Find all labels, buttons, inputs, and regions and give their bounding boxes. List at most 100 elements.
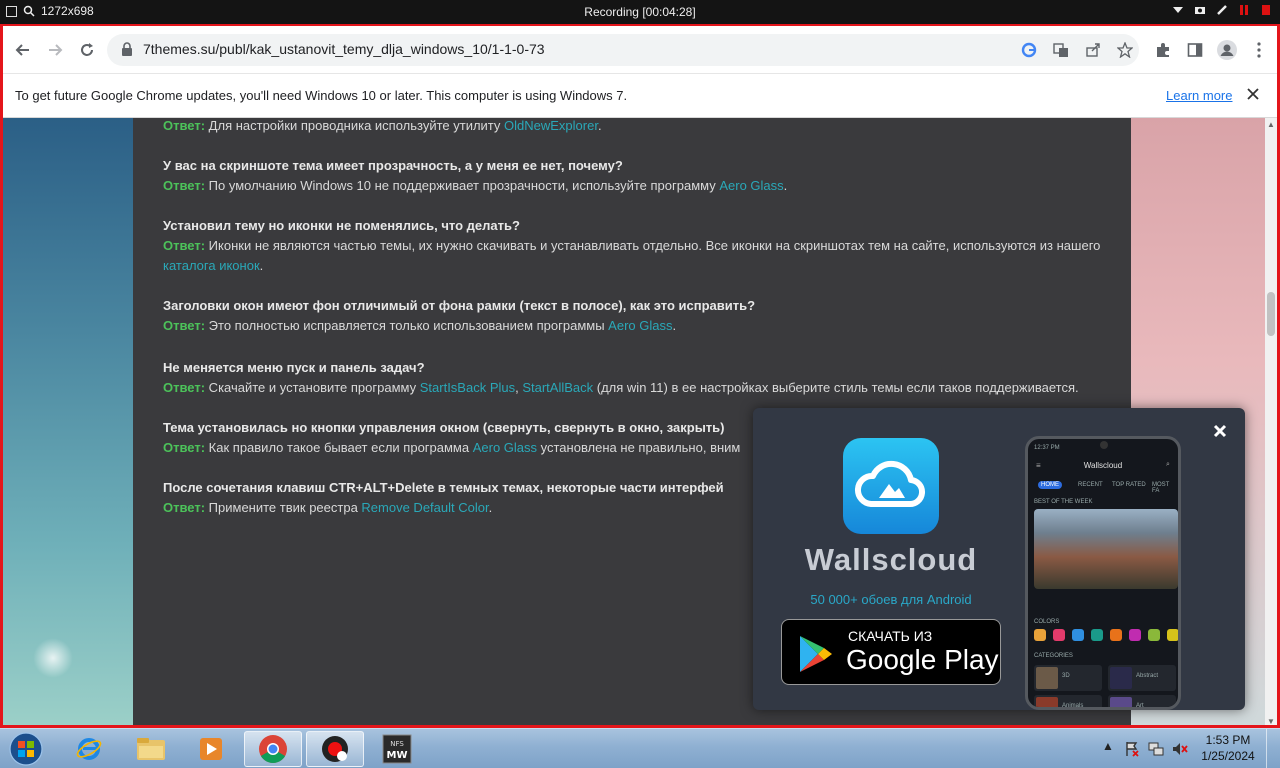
lock-icon[interactable]: [121, 42, 133, 56]
ad-close-button[interactable]: [1213, 418, 1227, 444]
phone-category-abstract: Abstract: [1108, 665, 1176, 691]
show-desktop-button[interactable]: [1266, 729, 1280, 768]
phone-time: 12:37 PM: [1034, 445, 1060, 451]
phone-categories-label: CATEGORIES: [1034, 653, 1073, 659]
side-panel-icon: [1187, 43, 1203, 57]
svg-text:MW: MW: [387, 750, 408, 761]
avatar-icon: [1217, 40, 1237, 60]
answer-text: Как правило такое бывает если программа: [205, 440, 473, 455]
faq-link[interactable]: каталога иконок: [163, 258, 260, 273]
faq-question: Установил тему но иконки не поменялись, …: [163, 218, 520, 233]
scroll-up-icon[interactable]: ▲: [1267, 120, 1275, 129]
answer-text: (для win 11) в ее настройках выберите ст…: [593, 380, 1079, 395]
faq-link[interactable]: Remove Default Color: [361, 500, 488, 515]
answer-text: .: [783, 178, 788, 193]
answer-text: Иконки не являются частью темы, их нужно…: [205, 238, 1101, 253]
dropdown-icon[interactable]: [1172, 4, 1184, 16]
puzzle-icon: [1157, 43, 1169, 57]
phone-category-art: Art: [1108, 695, 1176, 709]
share-icon[interactable]: [1085, 42, 1101, 58]
category-thumb: [1036, 697, 1058, 707]
google-play-button[interactable]: СКАЧАТЬ ИЗ Google Play: [781, 619, 1001, 685]
answer-text: Для настройки проводника используйте ути…: [205, 118, 505, 133]
phone-tab-recent: RECENT: [1078, 482, 1103, 488]
answer-text: .: [597, 118, 602, 133]
wallscloud-ad-popup: Wallscloud 50 000+ обоев для Android СКА…: [753, 408, 1245, 710]
profile-button[interactable]: [1215, 38, 1239, 62]
category-thumb: [1036, 667, 1058, 689]
phone-featured-wallpaper: [1034, 509, 1178, 589]
answer-text: .: [672, 318, 677, 333]
answer-text: Примените твик реестра: [205, 500, 362, 515]
taskbar-recorder[interactable]: [306, 731, 364, 767]
category-label: Art: [1136, 703, 1144, 709]
internet-explorer-icon: [76, 738, 102, 760]
side-panel-button[interactable]: [1183, 38, 1207, 62]
phone-category-animals: Animals: [1034, 695, 1102, 709]
browser-toolbar: 7themes.su/publ/kak_ustanovit_temy_dlja_…: [3, 26, 1277, 74]
faq-answer: Ответ: Это полностью исправляется только…: [163, 316, 1113, 336]
color-swatch: [1034, 629, 1046, 641]
learn-more-link[interactable]: Learn more: [1166, 88, 1232, 103]
faq-item: У вас на скриншоте тема имеет прозрачнос…: [163, 156, 1113, 196]
ad-app-name: Wallscloud: [804, 542, 978, 577]
scrollbar-thumb[interactable]: [1267, 292, 1275, 336]
faq-question: Заголовки окон имеют фон отличимый от фо…: [163, 298, 756, 313]
faq-link[interactable]: StartAllBack: [522, 380, 593, 395]
pen-icon[interactable]: [1216, 4, 1228, 16]
faq-answer: Ответ: Скачайте и установите программу S…: [163, 378, 1113, 398]
wallscloud-logo-icon[interactable]: [843, 438, 939, 534]
color-swatch: [1129, 629, 1141, 641]
bookmark-star-icon[interactable]: [1117, 42, 1133, 58]
nfs-most-wanted-icon: NFS MW: [382, 734, 412, 764]
answer-label: Ответ:: [163, 318, 206, 333]
category-thumb: [1110, 697, 1132, 707]
taskbar-explorer[interactable]: [122, 731, 180, 767]
faq-link[interactable]: OldNewExplorer: [504, 118, 598, 133]
infobar-close-button[interactable]: [1247, 84, 1259, 105]
google-icon[interactable]: [1021, 42, 1037, 58]
folder-icon: [137, 738, 165, 760]
recorder-icon: [322, 736, 348, 762]
network-icon[interactable]: [1148, 741, 1164, 757]
tray-show-hidden-icon[interactable]: ▲: [1102, 739, 1114, 753]
faq-link[interactable]: Aero Glass: [608, 318, 672, 333]
answer-label: Ответ:: [163, 238, 206, 253]
action-center-flag-icon[interactable]: [1124, 741, 1140, 757]
faq-link[interactable]: Aero Glass: [719, 178, 783, 193]
extensions-button[interactable]: [1151, 38, 1175, 62]
infobar-message: To get future Google Chrome updates, you…: [15, 88, 628, 103]
volume-muted-icon[interactable]: [1172, 741, 1188, 757]
recorder-controls: [1172, 4, 1272, 16]
phone-tab-home: HOME: [1038, 481, 1062, 489]
kebab-menu-icon: [1257, 42, 1261, 58]
category-thumb: [1110, 667, 1132, 689]
reload-button[interactable]: [75, 38, 99, 62]
taskbar-ie[interactable]: [60, 731, 118, 767]
faq-link[interactable]: StartIsBack Plus: [420, 380, 515, 395]
taskbar-media-player[interactable]: [182, 731, 240, 767]
translate-icon[interactable]: [1053, 42, 1069, 58]
forward-button[interactable]: [43, 38, 67, 62]
category-label: Animals: [1062, 703, 1084, 709]
address-bar[interactable]: 7themes.su/publ/kak_ustanovit_temy_dlja_…: [107, 34, 1139, 66]
camera-icon[interactable]: [1194, 4, 1206, 16]
faq-item: Установил тему но иконки не поменялись, …: [163, 216, 1113, 276]
back-button[interactable]: [11, 38, 35, 62]
phone-colors-label: COLORS: [1034, 619, 1060, 625]
category-label: 3D: [1062, 673, 1070, 679]
clock-date: 1/25/2024: [1201, 749, 1255, 763]
background-glow: [33, 638, 73, 678]
taskbar-nfs-mw[interactable]: NFS MW: [368, 731, 426, 767]
taskbar-chrome[interactable]: [244, 731, 302, 767]
scroll-down-icon[interactable]: ▼: [1267, 717, 1275, 725]
start-button[interactable]: [4, 731, 48, 767]
url-text[interactable]: 7themes.su/publ/kak_ustanovit_temy_dlja_…: [143, 41, 545, 57]
pause-icon[interactable]: [1238, 4, 1250, 16]
stop-icon[interactable]: [1260, 4, 1272, 16]
faq-link[interactable]: Aero Glass: [473, 440, 537, 455]
color-swatch: [1167, 629, 1178, 641]
taskbar-clock[interactable]: 1:53 PM 1/25/2024: [1196, 732, 1260, 764]
chrome-menu-button[interactable]: [1247, 38, 1271, 62]
page-scrollbar[interactable]: ▲ ▼: [1265, 118, 1277, 725]
